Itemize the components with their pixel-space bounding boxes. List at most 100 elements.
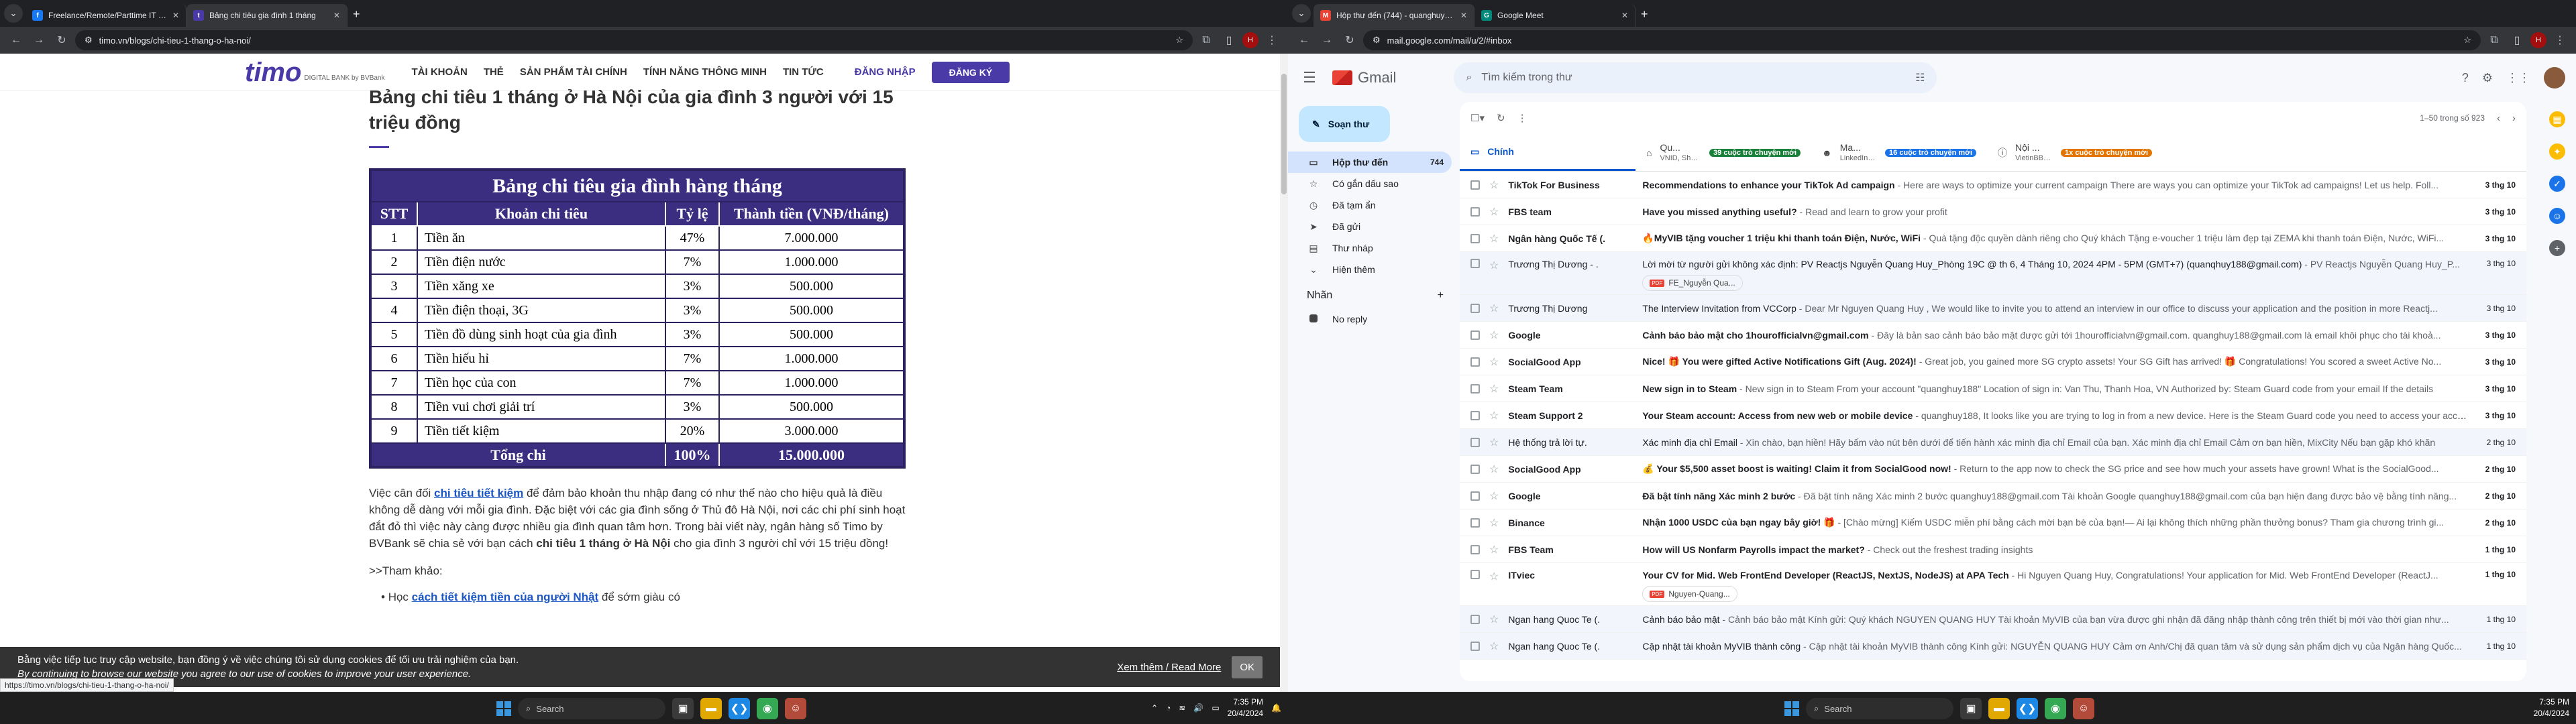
sidebar-item[interactable]: ⌄ Hiện thêm [1288, 259, 1452, 280]
address-bar[interactable]: ⚙ timo.vn/blogs/chi-tieu-1-thang-o-ha-no… [75, 30, 1193, 50]
search-options-icon[interactable]: ☷ [1915, 71, 1925, 84]
network-icon[interactable]: ◔ [1166, 703, 1171, 713]
sidebar-icon[interactable]: ▯ [2508, 31, 2526, 50]
vscode-icon[interactable]: ❮❯ [729, 698, 750, 719]
task-view-icon[interactable]: ▣ [672, 698, 694, 719]
label-no-reply[interactable]: No reply [1288, 308, 1452, 330]
forward-icon[interactable]: → [1318, 31, 1336, 50]
category-tab[interactable]: ☻ Ma...LinkedIn, snapgbgg on Instagr... 16… [1811, 134, 1987, 171]
signup-button[interactable]: ĐĂNG KÝ [931, 61, 1010, 83]
new-tab-icon[interactable]: + [1641, 7, 1648, 21]
star-icon[interactable]: ☆ [1489, 355, 1499, 369]
star-icon[interactable]: ☆ [1489, 613, 1499, 626]
mail-checkbox[interactable] [1470, 570, 1480, 579]
new-tab-icon[interactable]: + [353, 7, 360, 21]
star-icon[interactable]: ☆ [1489, 259, 1499, 272]
mail-row[interactable]: ☆ Trương Thị Dương - . Lời mời từ người gử… [1460, 252, 2526, 295]
system-clock[interactable]: 7:35 PM 20/4/2024 [2534, 697, 2569, 719]
tab-search-icon[interactable]: ⌄ [4, 4, 23, 23]
gmail-logo[interactable]: Gmail [1332, 69, 1396, 86]
add-addon-icon[interactable]: + [2549, 240, 2565, 256]
next-page-icon[interactable]: › [2512, 113, 2516, 124]
star-icon[interactable]: ☆ [1489, 543, 1499, 556]
nav-item[interactable]: SẢN PHẨM TÀI CHÍNH [520, 66, 627, 78]
category-tab[interactable]: ⓘ Nội ...VietinBBH.vn, Selection Guns... 1… [1987, 134, 2163, 171]
close-tab-icon[interactable]: ✕ [1621, 11, 1628, 20]
search-icon[interactable]: ⌕ [1466, 72, 1472, 84]
back-icon[interactable]: ← [7, 31, 25, 50]
mail-row[interactable]: ☆ SocialGood App Nice! 🎁 You were gifted A… [1460, 349, 2526, 375]
sidebar-item[interactable]: ▤ Thư nháp [1288, 237, 1452, 259]
back-icon[interactable]: ← [1295, 31, 1313, 50]
account-avatar[interactable] [2544, 67, 2565, 88]
start-windows-icon[interactable] [1784, 701, 1799, 716]
settings-gear-icon[interactable]: ⚙ [2482, 71, 2493, 85]
nav-item[interactable]: TÀI KHOẢN [411, 66, 467, 78]
address-bar[interactable]: ⚙ mail.google.com/mail/u/2/#inbox ☆ [1363, 30, 2481, 50]
star-icon[interactable]: ☆ [1489, 328, 1499, 342]
mail-checkbox[interactable] [1470, 641, 1480, 651]
star-icon[interactable]: ☆ [1489, 302, 1499, 315]
reload-icon[interactable]: ↻ [52, 31, 71, 50]
mail-checkbox[interactable] [1470, 259, 1480, 268]
start-windows-icon[interactable] [496, 701, 511, 716]
prev-page-icon[interactable]: ‹ [2497, 113, 2500, 124]
browser-tab-freelance[interactable]: f Freelance/Remote/Parttime IT Jobs ✕ [25, 4, 186, 27]
mail-checkbox[interactable] [1470, 303, 1480, 313]
nav-item[interactable]: TIN TỨC [783, 66, 824, 78]
cookie-read-more-link[interactable]: Xem thêm / Read More [1117, 662, 1221, 673]
sidebar-icon[interactable]: ▯ [1220, 31, 1238, 50]
mail-row[interactable]: ☆ FBS Team How will US Nonfarm Payrolls im… [1460, 536, 2526, 563]
notification-bell-icon[interactable]: 🔔 [1271, 703, 1281, 713]
star-icon[interactable]: ☆ [1489, 409, 1499, 422]
scrollbar-thumb[interactable] [1281, 74, 1287, 194]
extensions-icon[interactable]: ⧉ [2485, 31, 2504, 50]
mail-checkbox[interactable] [1470, 410, 1480, 420]
profile-avatar[interactable]: H [2530, 32, 2546, 48]
mail-row[interactable]: ☆ Trương Thị Dương The Interview Invitatio… [1460, 295, 2526, 322]
mail-checkbox[interactable] [1470, 464, 1480, 474]
mail-row[interactable]: ☆ Binance Nhận 1000 USDC của bạn ngay bây … [1460, 509, 2526, 536]
category-tab[interactable]: ▭ Chính [1460, 134, 1635, 171]
chevron-up-icon[interactable]: ⌃ [1151, 703, 1158, 713]
mail-checkbox[interactable] [1470, 180, 1480, 190]
gmail-search-bar[interactable]: ⌕ Tìm kiếm trong thư ☷ [1454, 62, 1937, 93]
category-tab[interactable]: ⌂ Qu...VNID, Shopee Affiliate VN, Sol... 3… [1635, 134, 1811, 171]
app-avatar-icon[interactable]: ☺ [2073, 698, 2094, 719]
star-icon[interactable]: ☆ [1489, 463, 1499, 476]
close-tab-icon[interactable]: ✕ [172, 11, 179, 20]
menu-dots-icon[interactable]: ⋮ [2551, 31, 2569, 50]
close-tab-icon[interactable]: ✕ [333, 11, 340, 20]
page-scrollbar[interactable] [1280, 54, 1288, 692]
mail-row[interactable]: ☆ SocialGood App 💰 Your $5,500 asset boost… [1460, 456, 2526, 483]
mail-row[interactable]: ☆ Ngân hàng Quốc Tế (. 🔥MyVIB tặng voucher… [1460, 225, 2526, 252]
extensions-icon[interactable]: ⧉ [1197, 31, 1216, 50]
browser-tab-gmail[interactable]: M Hộp thư đến (744) - quanghuy188@gmail.… [1313, 4, 1474, 27]
tab-search-icon[interactable]: ⌄ [1292, 4, 1311, 23]
nav-item[interactable]: TÍNH NĂNG THÔNG MINH [643, 66, 767, 78]
mail-checkbox[interactable] [1470, 206, 1480, 217]
forward-icon[interactable]: → [30, 31, 48, 50]
browser-tab-meet[interactable]: G Google Meet ✕ [1474, 4, 1635, 27]
mail-row[interactable]: ☆ Ngan hang Quoc Te (. Cảnh báo bảo mật - … [1460, 606, 2526, 633]
file-explorer-icon[interactable]: ▬ [700, 698, 722, 719]
star-icon[interactable]: ☆ [1489, 640, 1499, 653]
bookmark-star-icon[interactable]: ☆ [2463, 35, 2471, 46]
mail-checkbox[interactable] [1470, 614, 1480, 624]
mail-checkbox[interactable] [1470, 383, 1480, 394]
savings-link[interactable]: chi tiêu tiết kiệm [434, 487, 523, 499]
mail-checkbox[interactable] [1470, 544, 1480, 554]
mail-row[interactable]: ☆ ITviec Your CV for Mid. Web FrontEnd Dev… [1460, 563, 2526, 606]
nav-item[interactable]: THẺ [484, 66, 504, 78]
japanese-savings-link[interactable]: cách tiết kiệm tiền của người Nhật [412, 591, 599, 603]
apps-grid-icon[interactable]: ⋮⋮ [2506, 71, 2530, 85]
chrome-icon[interactable]: ◉ [2045, 698, 2066, 719]
star-icon[interactable]: ☆ [1489, 178, 1499, 192]
mail-row[interactable]: ☆ TikTok For Business Recommendations to e… [1460, 172, 2526, 198]
keep-icon[interactable]: ✦ [2549, 143, 2565, 160]
add-label-icon[interactable]: + [1438, 290, 1444, 302]
mail-checkbox[interactable] [1470, 491, 1480, 501]
bookmark-star-icon[interactable]: ☆ [1175, 35, 1183, 46]
task-view-icon[interactable]: ▣ [1960, 698, 1982, 719]
mail-checkbox[interactable] [1470, 330, 1480, 340]
